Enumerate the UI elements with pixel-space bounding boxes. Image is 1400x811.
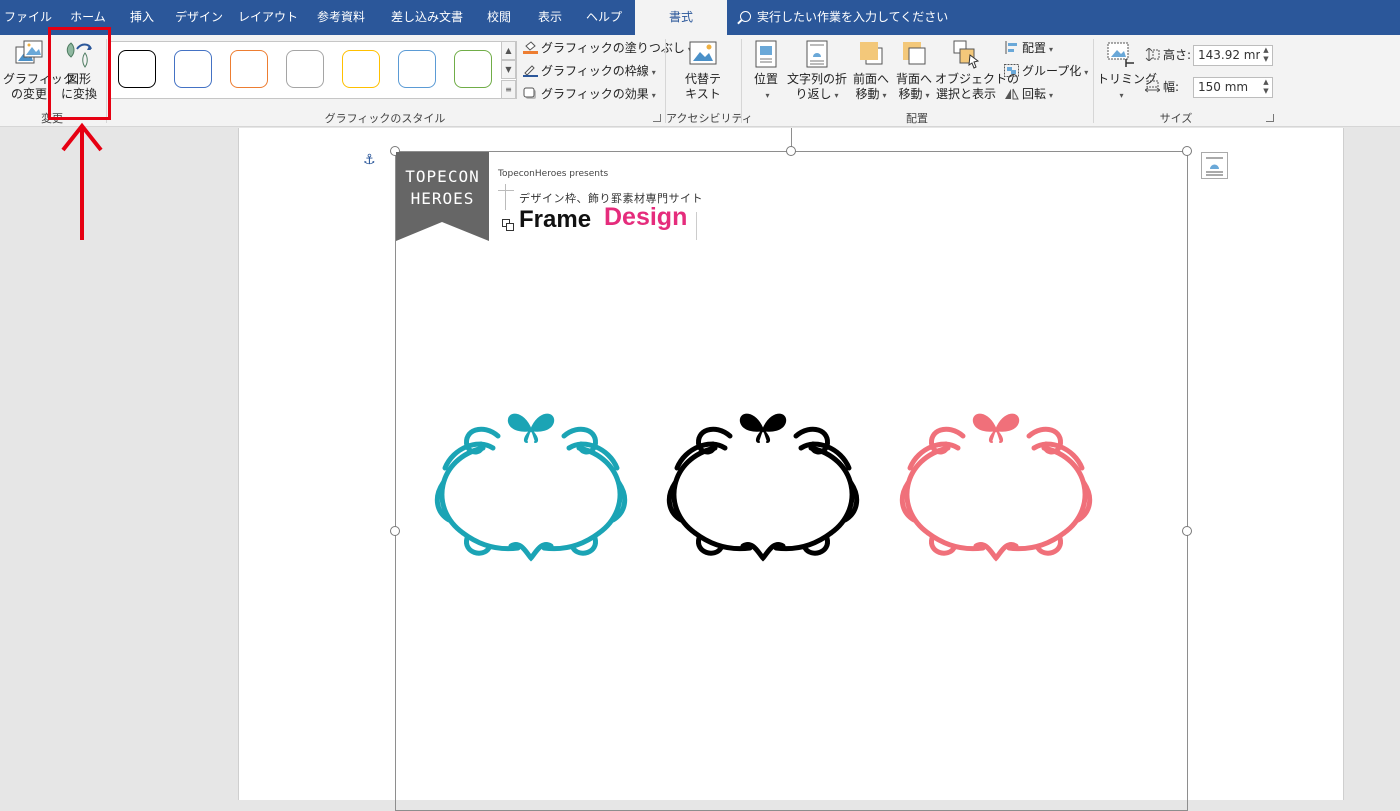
resize-handle-top-right[interactable] bbox=[1182, 146, 1192, 156]
align-icon bbox=[1004, 40, 1019, 54]
annotation-highlight-box bbox=[48, 27, 111, 120]
decorative-line bbox=[498, 190, 514, 191]
resize-handle-top[interactable] bbox=[786, 146, 796, 156]
anchor-icon: ⚓ bbox=[363, 152, 376, 168]
style-swatch-blue[interactable] bbox=[174, 50, 212, 88]
width-label: 幅: bbox=[1144, 77, 1179, 97]
topecon-heroes-banner: TOPECON HEROES bbox=[396, 152, 489, 242]
title-design-word: Design bbox=[604, 203, 688, 231]
bring-forward-icon bbox=[855, 39, 887, 69]
search-icon bbox=[740, 11, 751, 22]
annotation-arrow-icon bbox=[61, 122, 103, 240]
style-swatch-light-blue[interactable] bbox=[398, 50, 436, 88]
selection-pane-icon bbox=[950, 39, 982, 69]
tab-mailings[interactable]: 差し込み文書 bbox=[384, 0, 470, 35]
height-input[interactable]: 143.92 mm ▲ ▼ bbox=[1193, 45, 1273, 66]
graphic-effects-button[interactable]: グラフィックの効果 ▾ bbox=[523, 84, 656, 104]
ornament-frame-black bbox=[666, 413, 860, 562]
accessibility-group-label: アクセシビリティ bbox=[666, 112, 753, 125]
tab-insert[interactable]: 挿入 bbox=[120, 0, 164, 35]
group-icon bbox=[1004, 63, 1019, 77]
crop-icon bbox=[1104, 39, 1136, 69]
butterfly-ornament bbox=[507, 413, 555, 443]
layout-options-icon[interactable] bbox=[1201, 152, 1228, 179]
crop-button[interactable]: トリミング ▾ bbox=[1097, 39, 1157, 103]
graphic-outline-button[interactable]: グラフィックの枠線 ▾ bbox=[523, 61, 656, 81]
wrap-text-button[interactable]: 文字列の折 り返し ▾ bbox=[786, 39, 848, 103]
gallery-down-arrow[interactable]: ▼ bbox=[501, 60, 516, 79]
send-backward-button[interactable]: 背面へ 移動 ▾ bbox=[893, 39, 935, 103]
wrap-text-icon bbox=[801, 39, 833, 69]
position-button[interactable]: 位置 ▾ bbox=[746, 39, 786, 103]
size-dialog-launcher[interactable] bbox=[1266, 114, 1274, 122]
height-label: 高さ: bbox=[1145, 45, 1191, 65]
send-backward-icon bbox=[898, 39, 930, 69]
alt-text-button[interactable]: 代替テ キスト bbox=[674, 39, 732, 102]
ribbon-tab-bar: ファイル ホーム 挿入 デザイン レイアウト 参考資料 差し込み文書 校閲 表示… bbox=[0, 0, 1400, 35]
resize-handle-left[interactable] bbox=[390, 526, 400, 536]
butterfly-ornament bbox=[972, 413, 1020, 443]
bottom-flourish bbox=[508, 542, 554, 562]
tab-format[interactable]: 書式 bbox=[635, 0, 727, 35]
effects-icon bbox=[523, 86, 538, 99]
group-button[interactable]: グループ化 ▾ bbox=[1004, 61, 1088, 81]
banner-line-2: HEROES bbox=[410, 189, 475, 208]
gallery-more-arrow[interactable]: ≡ bbox=[501, 80, 516, 99]
butterfly-ornament bbox=[739, 413, 787, 443]
selection-pane-button[interactable]: オブジェクトの 選択と表示 bbox=[935, 39, 1019, 102]
width-icon bbox=[1144, 79, 1161, 93]
bottom-flourish bbox=[973, 542, 1019, 562]
title-frame-word: Frame bbox=[519, 206, 592, 233]
ornament-frame-teal bbox=[434, 413, 628, 562]
ornament-frame-pink bbox=[899, 413, 1093, 562]
tab-layout[interactable]: レイアウト bbox=[236, 0, 300, 35]
gallery-up-arrow[interactable]: ▲ bbox=[501, 41, 516, 60]
alt-text-icon bbox=[687, 39, 719, 69]
arrange-group-label: 配置 bbox=[906, 112, 928, 125]
banner-line-1: TOPECON bbox=[405, 167, 480, 186]
tab-references[interactable]: 参考資料 bbox=[308, 0, 374, 35]
layers-icon bbox=[502, 216, 514, 231]
tab-design[interactable]: デザイン bbox=[170, 0, 228, 35]
style-swatch-green[interactable] bbox=[454, 50, 492, 88]
graphic-fill-button[interactable]: グラフィックの塗りつぶし▾ bbox=[523, 38, 692, 58]
style-swatch-black[interactable] bbox=[118, 50, 156, 88]
rotate-icon bbox=[1004, 86, 1019, 100]
style-swatch-orange[interactable] bbox=[230, 50, 268, 88]
decorative-line bbox=[505, 184, 506, 210]
pen-outline-icon bbox=[523, 63, 538, 77]
change-graphic-icon bbox=[13, 39, 45, 69]
resize-handle-right[interactable] bbox=[1182, 526, 1192, 536]
height-icon bbox=[1145, 47, 1160, 62]
tab-view[interactable]: 表示 bbox=[528, 0, 572, 35]
width-input[interactable]: 150 mm ▲ ▼ bbox=[1193, 77, 1273, 98]
tab-review[interactable]: 校閲 bbox=[478, 0, 520, 35]
width-spinner[interactable]: ▲ ▼ bbox=[1260, 78, 1272, 97]
bottom-flourish bbox=[740, 542, 786, 562]
bring-forward-button[interactable]: 前面へ 移動 ▾ bbox=[850, 39, 892, 103]
rotate-button[interactable]: 回転 ▾ bbox=[1004, 84, 1053, 104]
styles-dialog-launcher[interactable] bbox=[653, 114, 661, 122]
presents-text: TopeconHeroes presents bbox=[498, 169, 609, 179]
style-swatch-gold[interactable] bbox=[342, 50, 380, 88]
decorative-line bbox=[696, 212, 697, 240]
paint-bucket-icon bbox=[523, 40, 538, 54]
height-spinner[interactable]: ▲ ▼ bbox=[1260, 46, 1272, 65]
size-group-label: サイズ bbox=[1159, 112, 1193, 125]
ribbon: グラフィック の変更 図形 に変換 変更 ▲ ▼ ≡ グラフィックの塗りつぶし▾ bbox=[0, 35, 1400, 127]
tab-help[interactable]: ヘルプ bbox=[580, 0, 628, 35]
style-swatch-gray[interactable] bbox=[286, 50, 324, 88]
position-icon bbox=[750, 39, 782, 69]
align-button[interactable]: 配置 ▾ bbox=[1004, 38, 1053, 58]
tell-me-search[interactable]: 実行したい作業を入力してください bbox=[740, 0, 948, 35]
styles-group-label: グラフィックのスタイル bbox=[324, 112, 446, 125]
